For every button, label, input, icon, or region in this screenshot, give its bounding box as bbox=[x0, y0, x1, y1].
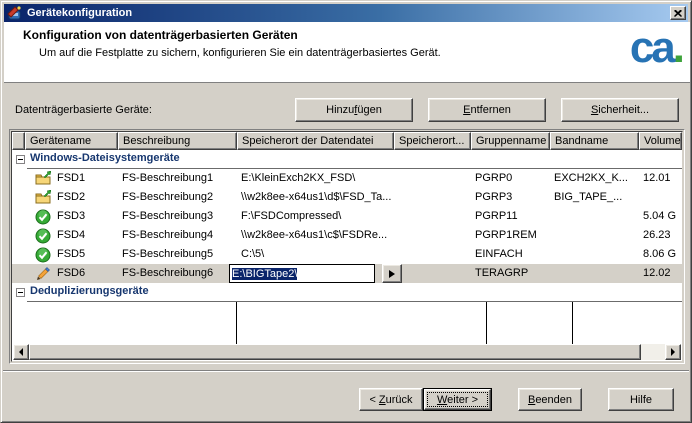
scrollbar-thumb[interactable] bbox=[29, 344, 641, 360]
column-header-gutter[interactable] bbox=[12, 132, 25, 150]
grid-header-row: Gerätename Beschreibung Speicherort der … bbox=[12, 132, 682, 150]
devices-section-label: Datenträgerbasierte Geräte: bbox=[15, 104, 152, 116]
page-subtitle: Um auf die Festplatte zu sichern, konfig… bbox=[39, 47, 441, 59]
scroll-right-button[interactable] bbox=[665, 344, 681, 360]
scroll-right-icon bbox=[671, 348, 675, 356]
column-header-device-name[interactable]: Gerätename bbox=[25, 132, 118, 150]
folder-check-icon bbox=[35, 170, 51, 184]
collapse-icon[interactable] bbox=[16, 288, 25, 297]
help-button[interactable]: Hilfe bbox=[608, 388, 674, 411]
window-icon bbox=[7, 6, 21, 20]
device-configuration-dialog: Gerätekonfiguration Konfiguration von da… bbox=[0, 0, 692, 423]
table-row[interactable]: FSD5 FS-Beschreibung5 C:\5\ EINFACH 8.06… bbox=[12, 245, 682, 264]
add-button[interactable]: Hinzufügen bbox=[295, 98, 413, 122]
dropdown-right-icon bbox=[389, 269, 395, 278]
window-title: Gerätekonfiguration bbox=[27, 7, 133, 19]
finish-button[interactable]: Beenden bbox=[518, 388, 582, 411]
scrollbar-track[interactable] bbox=[641, 344, 665, 360]
footer-separator bbox=[3, 370, 689, 372]
green-check-icon bbox=[35, 228, 51, 243]
scroll-left-icon bbox=[19, 348, 23, 356]
page-title: Konfiguration von datenträgerbasierten G… bbox=[23, 28, 298, 42]
column-header-group-name[interactable]: Gruppenname bbox=[471, 132, 550, 150]
column-header-tape-name[interactable]: Bandname bbox=[550, 132, 639, 150]
browse-dropdown-button[interactable] bbox=[382, 264, 402, 283]
column-header-location2[interactable]: Speicherort... bbox=[394, 132, 471, 150]
table-row[interactable]: FSD4 FS-Beschreibung4 \\w2k8ee-x64us1\c$… bbox=[12, 226, 682, 245]
security-button[interactable]: Sicherheit... bbox=[561, 98, 679, 122]
ca-logo: ca. bbox=[629, 23, 685, 72]
table-row[interactable]: FSD1 FS-Beschreibung1 E:\KleinExch2KX_FS… bbox=[12, 169, 682, 188]
column-header-volume[interactable]: Volume bbox=[639, 132, 682, 150]
group-row-windows-fs[interactable]: Windows-Dateisystemgeräte bbox=[12, 150, 682, 169]
table-row[interactable]: FSD2 FS-Beschreibung2 \\w2k8ee-x64us1\d$… bbox=[12, 188, 682, 207]
scroll-left-button[interactable] bbox=[13, 344, 29, 360]
pencil-icon bbox=[37, 266, 50, 280]
green-check-icon bbox=[35, 209, 51, 224]
horizontal-scrollbar[interactable] bbox=[13, 344, 681, 360]
next-button[interactable]: Weiter > bbox=[423, 388, 492, 411]
collapse-icon[interactable] bbox=[16, 155, 25, 164]
back-button[interactable]: < Zurück bbox=[359, 388, 423, 411]
group-row-dedup[interactable]: Deduplizierungsgeräte bbox=[12, 283, 682, 302]
table-row[interactable]: FSD3 FS-Beschreibung3 F:\FSDCompressed\ … bbox=[12, 207, 682, 226]
folder-check-icon bbox=[35, 189, 51, 203]
grid-empty-area bbox=[12, 302, 682, 348]
column-header-description[interactable]: Beschreibung bbox=[118, 132, 237, 150]
devices-grid: Gerätename Beschreibung Speicherort der … bbox=[9, 129, 685, 364]
remove-button[interactable]: Entfernen bbox=[428, 98, 546, 122]
green-check-icon bbox=[35, 247, 51, 262]
wizard-header: Konfiguration von datenträgerbasierten G… bbox=[4, 22, 690, 83]
table-row-selected[interactable]: FSD6 FS-Beschreibung6 TERAGRP 12.02 E:\B… bbox=[12, 264, 682, 283]
titlebar[interactable]: Gerätekonfiguration bbox=[4, 4, 688, 22]
path-edit-input[interactable]: E:\BIGTape2\ bbox=[229, 264, 375, 283]
column-header-data-file-location[interactable]: Speicherort der Datendatei bbox=[237, 132, 394, 150]
